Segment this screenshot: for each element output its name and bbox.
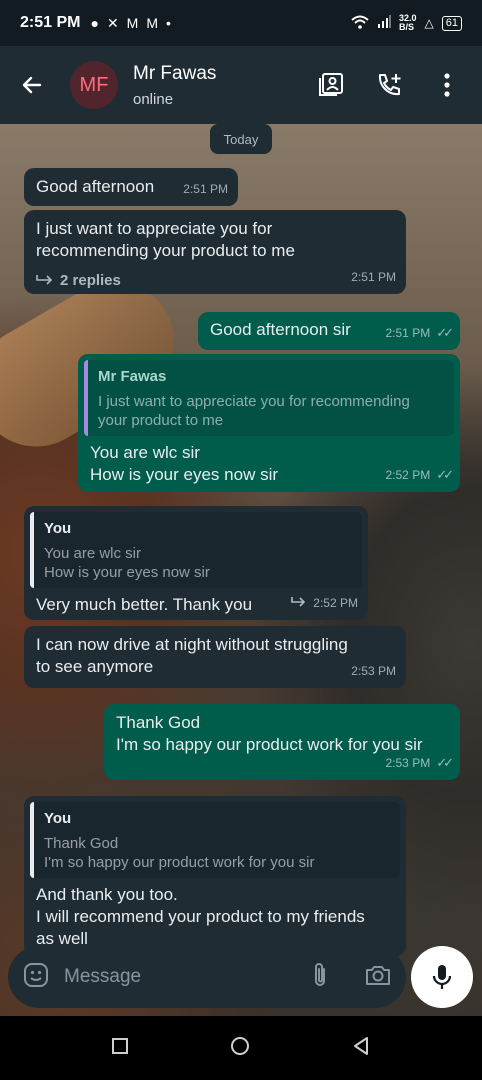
- quote-text: I just want to appreciate you for recomm…: [98, 393, 410, 410]
- message-meta: 2:51 PM: [183, 178, 228, 200]
- contact-status: online: [133, 90, 174, 108]
- chat-area[interactable]: Today Good afternoon 2:51 PM I just want…: [0, 124, 482, 1016]
- message-outgoing[interactable]: Thank God I'm so happy our product work …: [104, 704, 460, 780]
- back-nav-icon[interactable]: [351, 1036, 371, 1061]
- message-incoming[interactable]: You You are wlc sir How is your eyes now…: [24, 506, 368, 620]
- message-time: 2:51 PM: [183, 182, 228, 196]
- message-composer[interactable]: Message: [8, 946, 406, 1008]
- message-text: And thank you too.: [36, 885, 178, 904]
- quote-text: You are wlc sir: [44, 545, 141, 562]
- status-time: 2:51 PM: [20, 14, 81, 31]
- message-outgoing[interactable]: Mr Fawas I just want to appreciate you f…: [78, 354, 460, 492]
- signal-icon: [377, 14, 391, 32]
- message-time: 2:51 PM: [351, 270, 396, 284]
- system-nav-bar: [0, 1016, 482, 1080]
- message-incoming[interactable]: I just want to appreciate you for recomm…: [24, 210, 406, 294]
- gmail-icon-2: M: [146, 15, 159, 31]
- composer-actions: [310, 961, 392, 994]
- message-time: 2:53 PM: [385, 756, 431, 770]
- read-ticks-icon: ✓✓: [436, 467, 454, 482]
- message-text-line2: I will recommend your product to my frie…: [36, 907, 365, 926]
- quoted-message[interactable]: You Thank God I'm so happy our product w…: [30, 802, 400, 878]
- message-text: Thank God: [116, 713, 201, 732]
- wifi-icon: [351, 15, 369, 32]
- forward-arrow-icon: [291, 592, 307, 614]
- alarm-icon: △: [424, 16, 434, 30]
- quoted-message[interactable]: Mr Fawas I just want to appreciate you f…: [84, 360, 454, 436]
- header-actions: [316, 70, 462, 100]
- battery-icon: 61: [441, 15, 462, 31]
- message-text: I just want to appreciate you for: [36, 219, 273, 238]
- arrow-left-icon[interactable]: [14, 67, 50, 103]
- contact-info[interactable]: Mr Fawas online: [133, 63, 216, 108]
- network-speed: 32.0 B/S: [399, 14, 417, 32]
- home-icon[interactable]: [229, 1035, 251, 1062]
- quote-text-line2: How is your eyes now sir: [44, 564, 210, 581]
- message-meta: 2:53 PM: [351, 660, 396, 682]
- mic-icon[interactable]: [411, 946, 473, 1008]
- notification-icons: ● ✕ M M •: [90, 15, 170, 32]
- message-input[interactable]: Message: [64, 966, 141, 988]
- recent-apps-icon[interactable]: [111, 1037, 129, 1060]
- message-text: You are wlc sir: [90, 443, 200, 462]
- message-text: I can now drive at night without struggl…: [36, 635, 348, 654]
- status-right: 32.0 B/S △ 61: [351, 14, 462, 32]
- read-ticks-icon: ✓✓: [436, 755, 454, 770]
- message-incoming[interactable]: I can now drive at night without struggl…: [24, 626, 406, 688]
- chat-header: MF Mr Fawas online: [0, 46, 482, 124]
- date-chip: Today: [210, 124, 272, 154]
- replies-link[interactable]: 2 replies: [36, 270, 394, 292]
- message-meta: 2:51 PM ✓✓: [385, 322, 454, 344]
- message-outgoing[interactable]: Good afternoon sir 2:51 PM ✓✓: [198, 312, 460, 350]
- message-text-line2: to see anymore: [36, 657, 154, 676]
- quote-author: Mr Fawas: [98, 368, 167, 385]
- message-time: 2:52 PM: [313, 596, 358, 610]
- message-text: Good afternoon: [36, 177, 155, 196]
- message-incoming[interactable]: You Thank God I'm so happy our product w…: [24, 796, 406, 956]
- message-incoming[interactable]: Good afternoon 2:51 PM: [24, 168, 238, 206]
- paperclip-icon[interactable]: [310, 961, 330, 994]
- message-meta: 2:51 PM: [351, 266, 396, 288]
- dot-icon: •: [166, 15, 171, 31]
- quote-author: You: [44, 810, 72, 827]
- chat-bubble-icon: ●: [90, 15, 99, 31]
- app-notification-icon: ✕: [106, 14, 119, 31]
- replies-count: 2 replies: [60, 272, 121, 289]
- message-meta: 2:53 PM ✓✓: [385, 752, 454, 774]
- quote-text: Thank God: [44, 835, 119, 852]
- gmail-icon: M: [126, 15, 139, 31]
- phone-plus-icon[interactable]: [374, 70, 404, 100]
- message-time: 2:51 PM: [385, 326, 431, 340]
- contact-name: Mr Fawas: [133, 62, 217, 84]
- avatar[interactable]: MF: [70, 61, 118, 109]
- message-text: Good afternoon sir: [210, 320, 351, 339]
- emoji-icon[interactable]: [22, 961, 50, 994]
- status-bar: 2:51 PM ● ✕ M M • 32.0 B/S △ 61: [0, 0, 482, 46]
- message-text-line2: recommending your product to me: [36, 241, 295, 260]
- more-vertical-icon[interactable]: [432, 70, 462, 100]
- message-meta: 2:52 PM: [291, 592, 358, 614]
- speed-unit: B/S: [398, 22, 414, 32]
- quoted-message[interactable]: You You are wlc sir How is your eyes now…: [30, 512, 362, 588]
- camera-icon[interactable]: [364, 963, 392, 992]
- quote-author: You: [44, 520, 72, 537]
- reply-arrow-icon: [36, 270, 54, 292]
- contact-card-icon[interactable]: [316, 70, 346, 100]
- message-time: 2:53 PM: [351, 664, 396, 678]
- message-time: 2:52 PM: [385, 468, 431, 482]
- read-ticks-icon: ✓✓: [436, 325, 454, 340]
- quote-text-line2: I'm so happy our product work for you si…: [44, 854, 315, 871]
- message-meta: 2:52 PM ✓✓: [385, 464, 454, 486]
- quote-text-line2: your product to me: [98, 412, 224, 429]
